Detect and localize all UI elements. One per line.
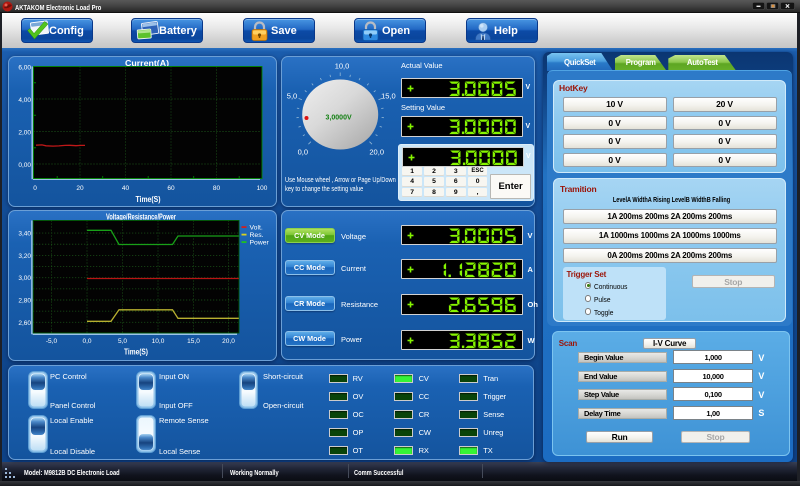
svg-text:3,00: 3,00 — [18, 275, 31, 282]
svg-text:5,0: 5,0 — [287, 91, 297, 100]
svg-text:20: 20 — [76, 185, 84, 192]
svg-text:0: 0 — [33, 185, 37, 192]
svg-text:15,0: 15,0 — [187, 338, 200, 345]
svg-text:60: 60 — [167, 185, 175, 192]
svg-text:5,0: 5,0 — [118, 338, 127, 345]
svg-text:4,00: 4,00 — [18, 97, 31, 104]
svg-text:2,80: 2,80 — [18, 297, 31, 304]
svg-text:20,0: 20,0 — [369, 147, 384, 156]
svg-text:20,0: 20,0 — [222, 338, 235, 345]
svg-text:3,20: 3,20 — [18, 252, 31, 259]
svg-text:Res.: Res. — [250, 231, 264, 238]
svg-text:40: 40 — [122, 185, 130, 192]
svg-text:2,60: 2,60 — [18, 319, 31, 326]
svg-text:80: 80 — [213, 185, 221, 192]
svg-text:10,0: 10,0 — [335, 61, 350, 70]
svg-text:6,00: 6,00 — [18, 64, 31, 71]
svg-text:0,00: 0,00 — [18, 162, 31, 169]
svg-text:3,40: 3,40 — [18, 230, 31, 237]
svg-text:Volt.: Volt. — [250, 224, 263, 231]
svg-text:2,00: 2,00 — [18, 129, 31, 136]
svg-text:Power: Power — [250, 239, 270, 246]
svg-text:Time(S): Time(S) — [136, 195, 161, 204]
svg-text:Time(S): Time(S) — [124, 347, 148, 356]
svg-text:0,0: 0,0 — [82, 338, 91, 345]
svg-text:3,0000V: 3,0000V — [326, 114, 352, 121]
svg-text:Voltage/Resistance/Power: Voltage/Resistance/Power — [106, 211, 176, 221]
svg-text:15,0: 15,0 — [381, 91, 396, 100]
svg-text:100: 100 — [257, 185, 268, 192]
svg-text:10,0: 10,0 — [152, 338, 165, 345]
svg-text:-5,0: -5,0 — [46, 338, 58, 345]
svg-text:0,0: 0,0 — [298, 147, 308, 156]
